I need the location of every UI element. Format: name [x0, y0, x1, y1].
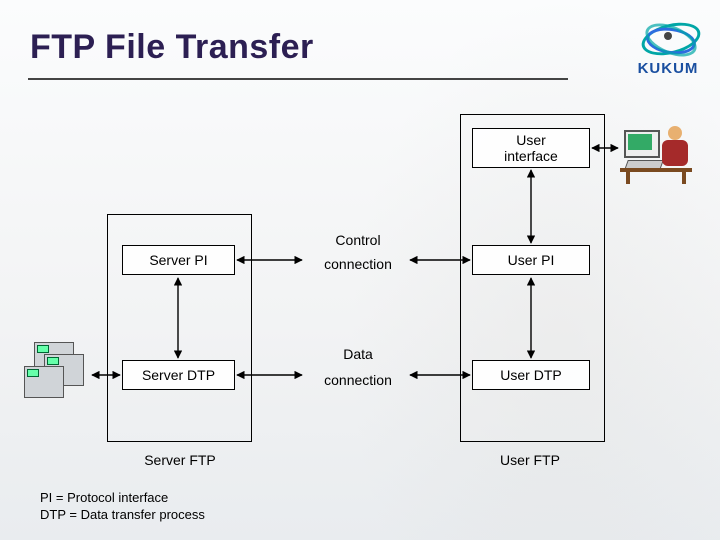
user-pi-box: User PI — [472, 245, 590, 275]
logo-text: KUKUM — [636, 60, 700, 77]
legend: PI = Protocol interface DTP = Data trans… — [40, 490, 205, 524]
control-label: Control — [308, 232, 408, 248]
logo: KUKUM — [636, 14, 700, 77]
server-pi-box: Server PI — [122, 245, 235, 275]
server-clipart-icon — [20, 340, 90, 410]
server-dtp-box: Server DTP — [122, 360, 235, 390]
page-title: FTP File Transfer — [30, 28, 314, 67]
user-dtp-box: User DTP — [472, 360, 590, 390]
user-interface-box: User interface — [472, 128, 590, 168]
server-ftp-caption: Server FTP — [120, 452, 240, 468]
title-rule — [28, 78, 568, 80]
user-ftp-caption: User FTP — [470, 452, 590, 468]
control-connection-label: connection — [308, 256, 408, 272]
logo-swirl-icon — [636, 14, 700, 58]
data-connection-label: connection — [308, 372, 408, 388]
data-label: Data — [308, 346, 408, 362]
legend-pi: PI = Protocol interface — [40, 490, 205, 507]
user-at-computer-icon — [620, 120, 700, 190]
legend-dtp: DTP = Data transfer process — [40, 507, 205, 524]
